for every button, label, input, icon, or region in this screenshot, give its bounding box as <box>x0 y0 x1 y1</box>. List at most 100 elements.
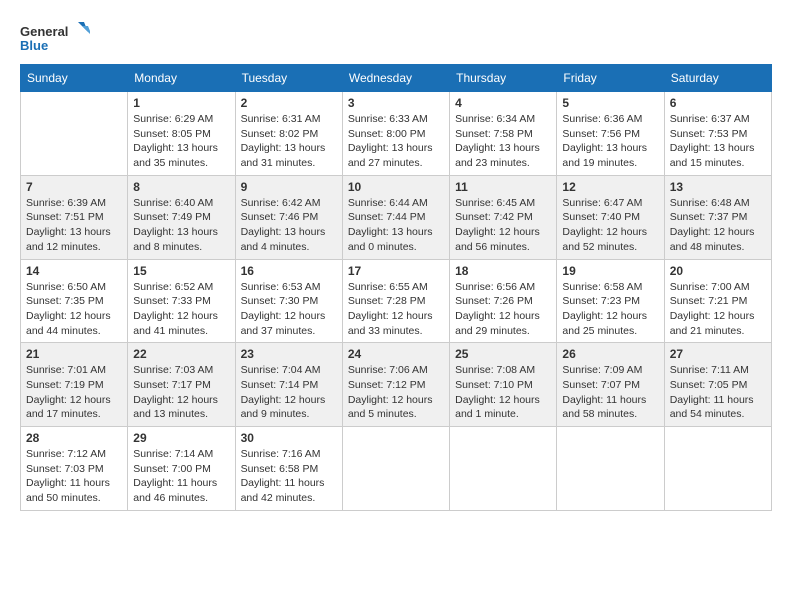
calendar-cell: 29Sunrise: 7:14 AM Sunset: 7:00 PM Dayli… <box>128 427 235 511</box>
day-detail: Sunrise: 6:37 AM Sunset: 7:53 PM Dayligh… <box>670 112 766 171</box>
calendar-header-tuesday: Tuesday <box>235 65 342 92</box>
calendar-cell: 11 Sunrise: 6:45 AM Sunset: 7:42 PM Dayli… <box>450 175 557 259</box>
calendar-cell: 28 Sunrise: 7:12 AM Sunset: 7:03 PM Dayli… <box>21 427 128 511</box>
day-number: 30 <box>241 431 337 445</box>
day-number: 28 <box>26 431 122 445</box>
calendar-cell <box>557 427 664 511</box>
calendar-cell: 6Sunrise: 6:37 AM Sunset: 7:53 PM Daylig… <box>664 92 771 176</box>
day-number: 9 <box>241 180 337 194</box>
calendar-cell: 1 Sunrise: 6:29 AM Sunset: 8:05 PM Daylig… <box>128 92 235 176</box>
calendar-cell: 12Sunrise: 6:47 AM Sunset: 7:40 PM Dayli… <box>557 175 664 259</box>
day-detail: Sunrise: 6:29 AM Sunset: 8:05 PM Dayligh… <box>133 112 229 171</box>
calendar-header-monday: Monday <box>128 65 235 92</box>
calendar-cell <box>450 427 557 511</box>
day-detail: Sunrise: 7:09 AM Sunset: 7:07 PM Dayligh… <box>562 363 658 422</box>
day-detail: Sunrise: 6:50 AM Sunset: 7:35 PM Dayligh… <box>26 280 122 339</box>
day-detail: Sunrise: 6:34 AM Sunset: 7:58 PM Dayligh… <box>455 112 551 171</box>
calendar-week-row: 7 Sunrise: 6:39 AM Sunset: 7:51 PM Daylig… <box>21 175 772 259</box>
calendar-cell: 14 Sunrise: 6:50 AM Sunset: 7:35 PM Dayli… <box>21 259 128 343</box>
day-number: 5 <box>562 96 658 110</box>
calendar-cell: 10 Sunrise: 6:44 AM Sunset: 7:44 PM Dayli… <box>342 175 449 259</box>
calendar-cell: 21 Sunrise: 7:01 AM Sunset: 7:19 PM Dayli… <box>21 343 128 427</box>
day-detail: Sunrise: 7:04 AM Sunset: 7:14 PM Dayligh… <box>241 363 337 422</box>
calendar-header-saturday: Saturday <box>664 65 771 92</box>
day-detail: Sunrise: 7:14 AM Sunset: 7:00 PM Dayligh… <box>133 447 229 506</box>
day-number: 7 <box>26 180 122 194</box>
logo: General Blue <box>20 20 90 56</box>
calendar-header-friday: Friday <box>557 65 664 92</box>
calendar-header-wednesday: Wednesday <box>342 65 449 92</box>
day-number: 8 <box>133 180 229 194</box>
calendar-week-row: 28 Sunrise: 7:12 AM Sunset: 7:03 PM Dayli… <box>21 427 772 511</box>
day-detail: Sunrise: 7:01 AM Sunset: 7:19 PM Dayligh… <box>26 363 122 422</box>
day-detail: Sunrise: 6:56 AM Sunset: 7:26 PM Dayligh… <box>455 280 551 339</box>
day-detail: Sunrise: 6:58 AM Sunset: 7:23 PM Dayligh… <box>562 280 658 339</box>
day-detail: Sunrise: 6:33 AM Sunset: 8:00 PM Dayligh… <box>348 112 444 171</box>
day-number: 17 <box>348 264 444 278</box>
day-number: 19 <box>562 264 658 278</box>
day-number: 11 <box>455 180 551 194</box>
day-number: 23 <box>241 347 337 361</box>
day-number: 20 <box>670 264 766 278</box>
calendar-week-row: 14 Sunrise: 6:50 AM Sunset: 7:35 PM Dayli… <box>21 259 772 343</box>
day-detail: Sunrise: 6:36 AM Sunset: 7:56 PM Dayligh… <box>562 112 658 171</box>
calendar-cell <box>21 92 128 176</box>
calendar-header-row: SundayMondayTuesdayWednesdayThursdayFrid… <box>21 65 772 92</box>
day-number: 15 <box>133 264 229 278</box>
logo-svg: General Blue <box>20 20 90 56</box>
day-number: 1 <box>133 96 229 110</box>
day-detail: Sunrise: 6:42 AM Sunset: 7:46 PM Dayligh… <box>241 196 337 255</box>
calendar-cell: 27 Sunrise: 7:11 AM Sunset: 7:05 PM Dayli… <box>664 343 771 427</box>
calendar-week-row: 1 Sunrise: 6:29 AM Sunset: 8:05 PM Daylig… <box>21 92 772 176</box>
calendar-table: SundayMondayTuesdayWednesdayThursdayFrid… <box>20 64 772 511</box>
calendar-cell: 8 Sunrise: 6:40 AM Sunset: 7:49 PM Daylig… <box>128 175 235 259</box>
calendar-cell <box>342 427 449 511</box>
day-detail: Sunrise: 7:12 AM Sunset: 7:03 PM Dayligh… <box>26 447 122 506</box>
day-number: 10 <box>348 180 444 194</box>
day-number: 12 <box>562 180 658 194</box>
day-detail: Sunrise: 6:39 AM Sunset: 7:51 PM Dayligh… <box>26 196 122 255</box>
day-detail: Sunrise: 6:44 AM Sunset: 7:44 PM Dayligh… <box>348 196 444 255</box>
calendar-cell: 4Sunrise: 6:34 AM Sunset: 7:58 PM Daylig… <box>450 92 557 176</box>
calendar-cell: 18 Sunrise: 6:56 AM Sunset: 7:26 PM Dayli… <box>450 259 557 343</box>
calendar-cell: 2Sunrise: 6:31 AM Sunset: 8:02 PM Daylig… <box>235 92 342 176</box>
day-detail: Sunrise: 6:52 AM Sunset: 7:33 PM Dayligh… <box>133 280 229 339</box>
calendar-cell: 13 Sunrise: 6:48 AM Sunset: 7:37 PM Dayli… <box>664 175 771 259</box>
day-detail: Sunrise: 6:53 AM Sunset: 7:30 PM Dayligh… <box>241 280 337 339</box>
calendar-cell: 25Sunrise: 7:08 AM Sunset: 7:10 PM Dayli… <box>450 343 557 427</box>
calendar-cell: 3Sunrise: 6:33 AM Sunset: 8:00 PM Daylig… <box>342 92 449 176</box>
day-detail: Sunrise: 7:00 AM Sunset: 7:21 PM Dayligh… <box>670 280 766 339</box>
day-detail: Sunrise: 7:06 AM Sunset: 7:12 PM Dayligh… <box>348 363 444 422</box>
day-detail: Sunrise: 6:55 AM Sunset: 7:28 PM Dayligh… <box>348 280 444 339</box>
day-number: 27 <box>670 347 766 361</box>
day-number: 2 <box>241 96 337 110</box>
day-number: 26 <box>562 347 658 361</box>
calendar-cell <box>664 427 771 511</box>
svg-text:General: General <box>20 24 68 39</box>
day-detail: Sunrise: 7:11 AM Sunset: 7:05 PM Dayligh… <box>670 363 766 422</box>
calendar-cell: 23 Sunrise: 7:04 AM Sunset: 7:14 PM Dayli… <box>235 343 342 427</box>
calendar-cell: 17 Sunrise: 6:55 AM Sunset: 7:28 PM Dayli… <box>342 259 449 343</box>
day-number: 21 <box>26 347 122 361</box>
calendar-cell: 20 Sunrise: 7:00 AM Sunset: 7:21 PM Dayli… <box>664 259 771 343</box>
calendar-cell: 24Sunrise: 7:06 AM Sunset: 7:12 PM Dayli… <box>342 343 449 427</box>
calendar-cell: 22 Sunrise: 7:03 AM Sunset: 7:17 PM Dayli… <box>128 343 235 427</box>
day-detail: Sunrise: 6:48 AM Sunset: 7:37 PM Dayligh… <box>670 196 766 255</box>
calendar-cell: 7 Sunrise: 6:39 AM Sunset: 7:51 PM Daylig… <box>21 175 128 259</box>
page-header: General Blue <box>20 20 772 56</box>
calendar-cell: 9 Sunrise: 6:42 AM Sunset: 7:46 PM Daylig… <box>235 175 342 259</box>
day-number: 18 <box>455 264 551 278</box>
calendar-header-sunday: Sunday <box>21 65 128 92</box>
day-number: 16 <box>241 264 337 278</box>
calendar-cell: 30Sunrise: 7:16 AM Sunset: 6:58 PM Dayli… <box>235 427 342 511</box>
calendar-cell: 16 Sunrise: 6:53 AM Sunset: 7:30 PM Dayli… <box>235 259 342 343</box>
day-number: 22 <box>133 347 229 361</box>
day-detail: Sunrise: 6:40 AM Sunset: 7:49 PM Dayligh… <box>133 196 229 255</box>
day-number: 13 <box>670 180 766 194</box>
calendar-cell: 5 Sunrise: 6:36 AM Sunset: 7:56 PM Daylig… <box>557 92 664 176</box>
day-detail: Sunrise: 6:45 AM Sunset: 7:42 PM Dayligh… <box>455 196 551 255</box>
day-number: 14 <box>26 264 122 278</box>
day-detail: Sunrise: 7:03 AM Sunset: 7:17 PM Dayligh… <box>133 363 229 422</box>
calendar-week-row: 21 Sunrise: 7:01 AM Sunset: 7:19 PM Dayli… <box>21 343 772 427</box>
day-detail: Sunrise: 7:08 AM Sunset: 7:10 PM Dayligh… <box>455 363 551 422</box>
